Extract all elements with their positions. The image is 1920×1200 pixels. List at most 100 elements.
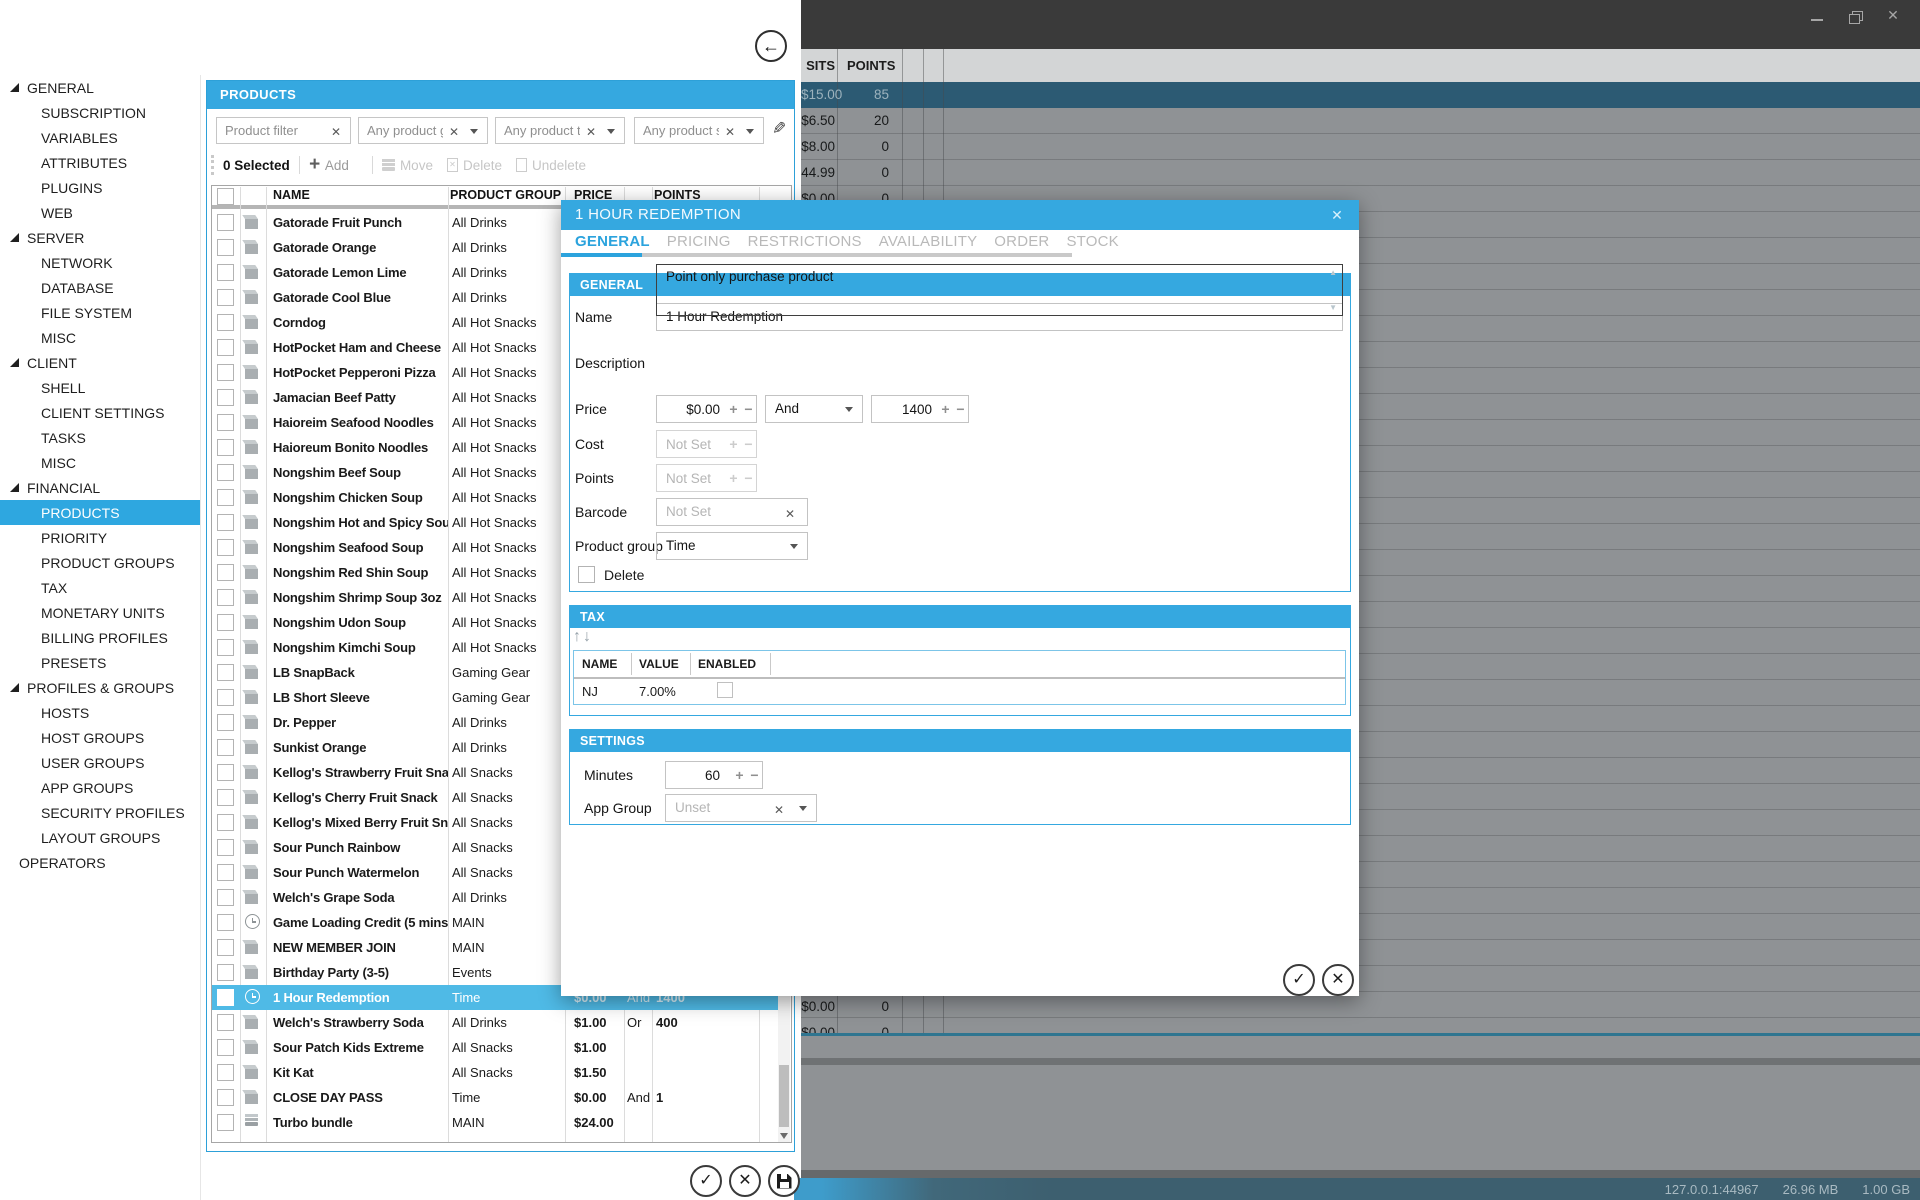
row-checkbox[interactable] — [217, 214, 234, 231]
minutes-stepper[interactable]: 60 — [665, 761, 763, 789]
row-checkbox[interactable] — [217, 389, 234, 406]
sidebar-item-financial[interactable]: FINANCIAL — [0, 475, 200, 500]
select-all-checkbox[interactable] — [217, 188, 234, 205]
dialog-cancel-button[interactable]: ✕ — [1322, 964, 1354, 996]
sidebar-item-profiles-groups[interactable]: PROFILES & GROUPS — [0, 675, 200, 700]
row-checkbox[interactable] — [217, 639, 234, 656]
clear-icon[interactable] — [449, 123, 459, 141]
scrollbar-thumb[interactable] — [779, 1065, 789, 1127]
sidebar-item-web[interactable]: WEB — [0, 200, 200, 225]
row-checkbox[interactable] — [217, 514, 234, 531]
row-checkbox[interactable] — [217, 739, 234, 756]
row-checkbox[interactable] — [217, 664, 234, 681]
row-checkbox[interactable] — [217, 539, 234, 556]
price-points-stepper[interactable]: 1400 — [871, 395, 969, 423]
row-checkbox[interactable] — [217, 839, 234, 856]
sidebar-item-general[interactable]: GENERAL — [0, 75, 200, 100]
sidebar-item-subscription[interactable]: SUBSCRIPTION — [0, 100, 200, 125]
sidebar-item-tax[interactable]: TAX — [0, 575, 200, 600]
row-checkbox[interactable] — [217, 439, 234, 456]
table-row[interactable]: Welch's Strawberry SodaAll Drinks$1.00Or… — [212, 1010, 780, 1035]
move-button[interactable]: Move — [382, 158, 433, 173]
row-checkbox[interactable] — [217, 1114, 234, 1131]
row-checkbox[interactable] — [217, 464, 234, 481]
row-checkbox[interactable] — [217, 239, 234, 256]
undelete-button[interactable]: Undelete — [516, 158, 586, 173]
increment-icon[interactable] — [938, 401, 953, 417]
type-filter-dropdown[interactable]: Any product t — [495, 117, 625, 144]
barcode-field[interactable]: Not Set — [656, 498, 808, 526]
increment-icon[interactable] — [726, 470, 741, 486]
save-button[interactable] — [768, 1165, 800, 1197]
sidebar-item-database[interactable]: DATABASE — [0, 275, 200, 300]
increment-icon[interactable] — [726, 436, 741, 452]
tab-pricing[interactable]: PRICING — [667, 230, 731, 253]
tab-order[interactable]: ORDER — [994, 230, 1049, 253]
row-checkbox[interactable] — [217, 614, 234, 631]
sidebar-item-variables[interactable]: VARIABLES — [0, 125, 200, 150]
row-checkbox[interactable] — [217, 689, 234, 706]
cancel-button[interactable]: ✕ — [729, 1165, 761, 1197]
row-checkbox[interactable] — [217, 964, 234, 981]
sidebar-item-priority[interactable]: PRIORITY — [0, 525, 200, 550]
decrement-icon[interactable] — [741, 436, 756, 452]
row-checkbox[interactable] — [217, 814, 234, 831]
decrement-icon[interactable] — [741, 470, 756, 486]
sidebar-item-misc[interactable]: MISC — [0, 325, 200, 350]
table-row[interactable]: Kit KatAll Snacks$1.50 — [212, 1060, 780, 1085]
sidebar-item-operators[interactable]: OPERATORS — [0, 850, 200, 875]
table-row[interactable]: CLOSE DAY PASSTime$0.00And1 — [212, 1085, 780, 1110]
row-checkbox[interactable] — [217, 314, 234, 331]
tab-restrictions[interactable]: RESTRICTIONS — [748, 230, 862, 253]
arrow-down-icon[interactable]: ↓ — [583, 628, 593, 645]
row-checkbox[interactable] — [217, 1039, 234, 1056]
search-input[interactable] — [217, 118, 317, 143]
decrement-icon[interactable] — [953, 401, 968, 417]
sidebar-item-security-profiles[interactable]: SECURITY PROFILES — [0, 800, 200, 825]
sidebar-item-tasks[interactable]: TASKS — [0, 425, 200, 450]
sidebar-item-product-groups[interactable]: PRODUCT GROUPS — [0, 550, 200, 575]
sidebar-item-plugins[interactable]: PLUGINS — [0, 175, 200, 200]
state-filter-dropdown[interactable]: Any product s — [634, 117, 764, 144]
row-checkbox[interactable] — [217, 789, 234, 806]
sidebar-item-misc[interactable]: MISC — [0, 450, 200, 475]
sidebar-item-client[interactable]: CLIENT — [0, 350, 200, 375]
scroll-up-icon[interactable] — [1329, 268, 1337, 277]
sidebar-item-client-settings[interactable]: CLIENT SETTINGS — [0, 400, 200, 425]
row-checkbox[interactable] — [217, 914, 234, 931]
horizontal-scrollbar[interactable] — [801, 1058, 1920, 1065]
row-checkbox[interactable] — [217, 764, 234, 781]
description-field[interactable]: Point only purchase product — [656, 264, 1343, 316]
edit-pencil-icon[interactable] — [772, 119, 786, 139]
column-header-group[interactable]: PRODUCT GROUP — [450, 186, 561, 205]
sidebar-item-products[interactable]: PRODUCTS — [0, 500, 200, 525]
row-checkbox[interactable] — [217, 1014, 234, 1031]
clear-icon[interactable] — [725, 123, 735, 141]
row-checkbox[interactable] — [217, 364, 234, 381]
sidebar-item-server[interactable]: SERVER — [0, 225, 200, 250]
add-button[interactable]: Add — [309, 155, 349, 175]
tab-availability[interactable]: AVAILABILITY — [879, 230, 978, 253]
sidebar-item-billing-profiles[interactable]: BILLING PROFILES — [0, 625, 200, 650]
points-stepper[interactable]: Not Set — [656, 464, 757, 492]
increment-icon[interactable] — [726, 401, 741, 417]
row-checkbox[interactable] — [217, 489, 234, 506]
product-group-dropdown[interactable]: Time — [656, 532, 808, 560]
row-checkbox[interactable] — [217, 264, 234, 281]
row-checkbox[interactable] — [217, 939, 234, 956]
group-filter-dropdown[interactable]: Any product g — [358, 117, 488, 144]
table-row[interactable]: Sour Patch Kids ExtremeAll Snacks$1.00 — [212, 1035, 780, 1060]
back-button[interactable]: ← — [755, 30, 787, 62]
decrement-icon[interactable] — [741, 401, 756, 417]
row-checkbox[interactable] — [217, 289, 234, 306]
sidebar-item-app-groups[interactable]: APP GROUPS — [0, 775, 200, 800]
scroll-down-icon[interactable] — [780, 1133, 788, 1139]
sidebar-item-file-system[interactable]: FILE SYSTEM — [0, 300, 200, 325]
sidebar-item-shell[interactable]: SHELL — [0, 375, 200, 400]
price-operator-dropdown[interactable]: And — [765, 395, 863, 423]
tax-enabled-checkbox[interactable] — [717, 682, 733, 698]
delete-button[interactable]: Delete — [447, 158, 502, 173]
cost-stepper[interactable]: Not Set — [656, 430, 757, 458]
dialog-confirm-button[interactable]: ✓ — [1283, 964, 1315, 996]
row-checkbox[interactable] — [217, 989, 234, 1006]
